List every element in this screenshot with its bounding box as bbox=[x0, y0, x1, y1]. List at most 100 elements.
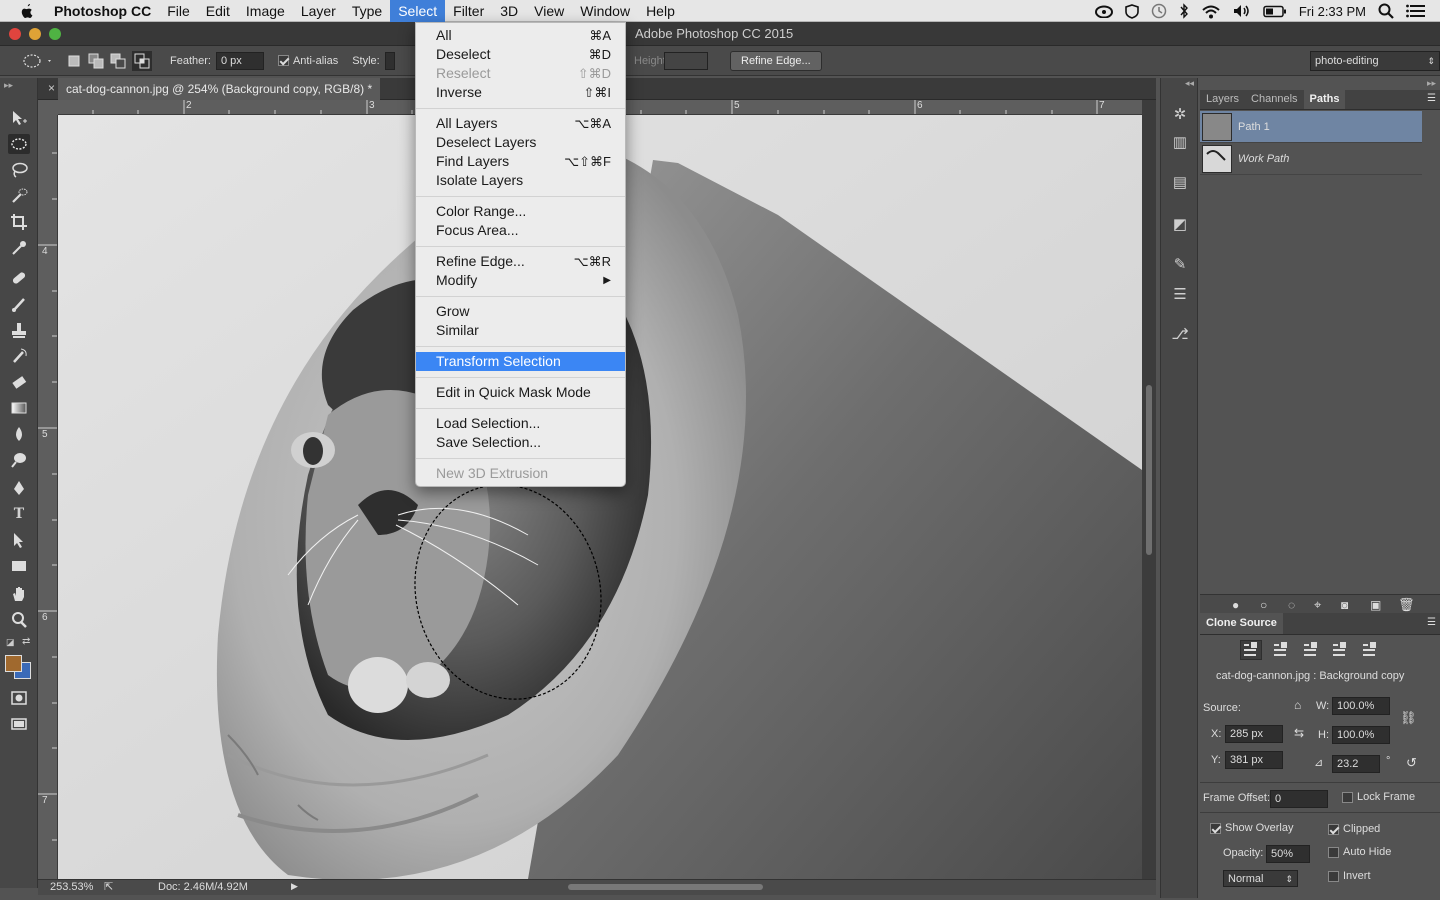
adjustments-panel-icon[interactable]: ◩ bbox=[1168, 212, 1192, 236]
feather-input[interactable]: 0 px bbox=[215, 51, 264, 70]
tool-preset-picker[interactable] bbox=[20, 51, 54, 71]
clone-source-2-button[interactable] bbox=[1270, 640, 1292, 660]
menu-view[interactable]: View bbox=[526, 0, 572, 22]
offset-icon[interactable]: ⌂ bbox=[1294, 698, 1301, 712]
healing-brush-tool-icon[interactable] bbox=[8, 268, 30, 288]
tab-clone-source[interactable]: Clone Source bbox=[1200, 613, 1283, 634]
navigator-panel-icon[interactable]: ✲ bbox=[1168, 102, 1192, 126]
workspace-dropdown[interactable]: photo-editing ⇕ bbox=[1310, 50, 1440, 71]
height-scale-input[interactable]: 100.0% bbox=[1332, 726, 1390, 744]
menu-file[interactable]: File bbox=[159, 0, 198, 22]
width-scale-input[interactable]: 100.0% bbox=[1332, 697, 1390, 715]
document-tab[interactable]: cat-dog-cannon.jpg @ 254% (Background co… bbox=[58, 78, 381, 100]
hand-tool-icon[interactable] bbox=[8, 584, 30, 604]
rotation-input[interactable]: 23.2 bbox=[1332, 755, 1380, 773]
creative-cloud-icon[interactable] bbox=[1094, 4, 1113, 18]
add-mask-icon[interactable]: ◙ bbox=[1341, 598, 1348, 612]
lock-frame-check-icon[interactable] bbox=[1342, 791, 1353, 803]
menu-item-inverse[interactable]: Inverse ⇧⌘I bbox=[416, 83, 625, 102]
minimize-window-button[interactable] bbox=[29, 28, 41, 40]
menu-item-all[interactable]: All ⌘A bbox=[416, 26, 625, 45]
style-dropdown[interactable] bbox=[384, 51, 395, 70]
x-offset-input[interactable]: 285 px bbox=[1225, 725, 1283, 743]
eraser-tool-icon[interactable] bbox=[8, 372, 30, 392]
menu-help[interactable]: Help bbox=[638, 0, 683, 22]
notification-center-icon[interactable] bbox=[1406, 4, 1426, 18]
menu-window[interactable]: Window bbox=[572, 0, 638, 22]
horizontal-scrollbar-thumb[interactable] bbox=[568, 884, 763, 890]
collapse-panels-icon[interactable]: ▸▸ bbox=[1427, 78, 1436, 89]
antialias-check-icon[interactable] bbox=[277, 55, 289, 66]
menu-type[interactable]: Type bbox=[344, 0, 390, 22]
opacity-input[interactable]: 50% bbox=[1266, 845, 1310, 863]
menu-item-isolate-layers[interactable]: Isolate Layers bbox=[416, 171, 625, 190]
zoom-tool-icon[interactable] bbox=[8, 610, 30, 630]
tab-paths[interactable]: Paths bbox=[1303, 90, 1346, 109]
screen-mode-icon[interactable] bbox=[8, 714, 30, 734]
delete-path-icon[interactable]: 🗑 bbox=[1398, 597, 1415, 613]
refine-edge-button[interactable]: Refine Edge... bbox=[730, 50, 822, 71]
menu-edit[interactable]: Edit bbox=[198, 0, 238, 22]
gradient-tool-icon[interactable] bbox=[8, 398, 30, 418]
history-brush-tool-icon[interactable] bbox=[8, 346, 30, 366]
clipped-checkbox[interactable]: Clipped bbox=[1328, 823, 1380, 835]
swap-icon[interactable]: ⇆ bbox=[1294, 726, 1304, 740]
panel-menu-icon[interactable]: ☰ bbox=[1427, 617, 1436, 628]
eyedropper-tool-icon[interactable] bbox=[8, 238, 30, 258]
new-path-icon[interactable]: ▣ bbox=[1370, 598, 1381, 612]
add-to-selection-icon[interactable] bbox=[88, 53, 104, 69]
menu-item-transform-selection[interactable]: Transform Selection bbox=[416, 352, 625, 371]
pen-tool-icon[interactable] bbox=[8, 478, 30, 498]
elliptical-marquee-tool-icon[interactable] bbox=[8, 134, 30, 154]
menu-item-deselect-layers[interactable]: Deselect Layers bbox=[416, 133, 625, 152]
menu-item-color-range[interactable]: Color Range... bbox=[416, 202, 625, 221]
scrollbar-thumb[interactable] bbox=[1146, 385, 1152, 555]
status-menu-arrow-icon[interactable]: ▶ bbox=[291, 881, 298, 892]
reset-transform-icon[interactable]: ↺ bbox=[1406, 755, 1417, 771]
menu-image[interactable]: Image bbox=[238, 0, 293, 22]
tab-layers[interactable]: Layers bbox=[1200, 90, 1245, 109]
path-row-work-path[interactable]: Work Path bbox=[1200, 143, 1422, 175]
frame-offset-input[interactable]: 0 bbox=[1270, 790, 1328, 808]
close-document-icon[interactable]: × bbox=[48, 81, 55, 95]
quick-selection-tool-icon[interactable] bbox=[8, 186, 30, 206]
menu-item-focus-area[interactable]: Focus Area... bbox=[416, 221, 625, 240]
show-overlay-checkbox[interactable]: Show Overlay bbox=[1210, 822, 1293, 834]
path-row-path-1[interactable]: Path 1 bbox=[1200, 111, 1422, 143]
panel-menu-icon[interactable]: ☰ bbox=[1427, 93, 1436, 104]
fill-path-icon[interactable]: ● bbox=[1232, 598, 1239, 612]
clone-source-1-button[interactable] bbox=[1240, 640, 1262, 660]
menu-filter[interactable]: Filter bbox=[445, 0, 492, 22]
show-overlay-check-icon[interactable] bbox=[1210, 822, 1221, 834]
zoom-level[interactable]: 253.53% bbox=[50, 881, 93, 893]
crop-tool-icon[interactable] bbox=[8, 212, 30, 232]
lock-frame-checkbox[interactable]: Lock Frame bbox=[1342, 791, 1415, 803]
brush-presets-panel-icon[interactable]: ▥ bbox=[1168, 130, 1192, 154]
zoom-window-button[interactable] bbox=[49, 28, 61, 40]
rectangle-tool-icon[interactable] bbox=[8, 556, 30, 576]
close-window-button[interactable] bbox=[9, 28, 21, 40]
menu-app-name[interactable]: Photoshop CC bbox=[54, 0, 159, 22]
load-path-as-selection-icon[interactable]: ◌ bbox=[1288, 598, 1295, 612]
menu-item-deselect[interactable]: Deselect ⌘D bbox=[416, 45, 625, 64]
swap-colors-icon[interactable]: ⇄ bbox=[22, 636, 30, 647]
apple-logo-icon[interactable] bbox=[19, 3, 39, 19]
menu-item-all-layers[interactable]: All Layers ⌥⌘A bbox=[416, 114, 625, 133]
new-selection-icon[interactable] bbox=[66, 53, 82, 69]
menu-item-similar[interactable]: Similar bbox=[416, 321, 625, 340]
history-panel-icon[interactable]: ⎇ bbox=[1168, 322, 1192, 346]
expand-dock-icon[interactable]: ◂◂ bbox=[1185, 78, 1194, 89]
battery-icon[interactable] bbox=[1263, 5, 1287, 18]
quick-mask-icon[interactable] bbox=[8, 688, 30, 708]
type-tool-icon[interactable]: T bbox=[8, 504, 30, 524]
blend-mode-dropdown[interactable]: Normal ⇕ bbox=[1223, 870, 1298, 887]
clone-source-5-button[interactable] bbox=[1359, 640, 1381, 660]
collapse-toolbar-icon[interactable]: ▸▸ bbox=[4, 80, 13, 91]
menu-item-modify[interactable]: Modify ▶ bbox=[416, 271, 625, 290]
menu-layer[interactable]: Layer bbox=[293, 0, 344, 22]
properties-panel-icon[interactable]: ▤ bbox=[1168, 170, 1192, 194]
move-tool-icon[interactable] bbox=[8, 108, 30, 128]
stroke-path-icon[interactable]: ○ bbox=[1260, 598, 1267, 612]
menu-select[interactable]: Select bbox=[390, 0, 446, 22]
clone-source-4-button[interactable] bbox=[1329, 640, 1351, 660]
